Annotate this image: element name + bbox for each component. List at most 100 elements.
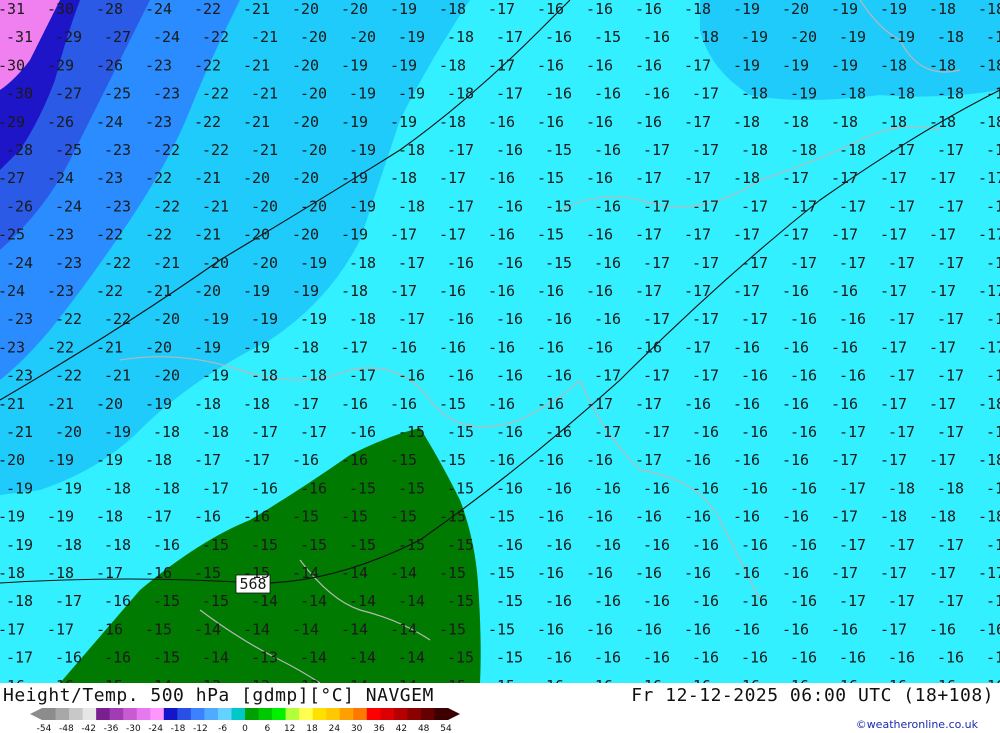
temperature-label: -16 bbox=[733, 508, 760, 526]
temperature-label: -16 bbox=[537, 564, 564, 582]
temperature-label: -16 bbox=[643, 28, 670, 46]
temperature-label: -16 bbox=[643, 536, 670, 554]
temperature-label: -16 bbox=[594, 479, 621, 497]
temperature-label: -17 bbox=[839, 536, 866, 554]
temperature-label: -16 bbox=[839, 310, 866, 328]
temperature-label: -17 bbox=[741, 310, 768, 328]
temperature-label: -16 bbox=[586, 56, 613, 74]
legend-swatch bbox=[420, 708, 435, 720]
temperature-label: -15 bbox=[153, 592, 180, 610]
temperature-label: -16 bbox=[488, 338, 515, 356]
temperature-label: -14 bbox=[390, 564, 417, 582]
temperature-label: -17 bbox=[831, 564, 858, 582]
temperature-label: -17 bbox=[594, 367, 621, 385]
temperature-label: -22 bbox=[96, 226, 123, 244]
temperature-label: -20 bbox=[300, 141, 327, 159]
temperature-label: -15 bbox=[447, 479, 474, 497]
temperature-label: -16 bbox=[782, 508, 809, 526]
temperature-label: -18 bbox=[153, 479, 180, 497]
temperature-label: -15 bbox=[439, 620, 466, 638]
legend-tick-label: -24 bbox=[148, 724, 163, 733]
temperature-label: -20 bbox=[341, 0, 368, 18]
legend-tick-label: 48 bbox=[418, 724, 430, 733]
temperature-label: -19 bbox=[733, 0, 760, 18]
temperature-label: -20 bbox=[349, 28, 376, 46]
temperature-label: -17 bbox=[47, 620, 74, 638]
temperature-label: -17 bbox=[643, 141, 670, 159]
temperature-label: -18 bbox=[986, 85, 1000, 103]
temperature-label: -18 bbox=[839, 141, 866, 159]
temperature-label: -18 bbox=[292, 338, 319, 356]
legend-tick-label: 36 bbox=[373, 724, 385, 733]
temperature-label: -16 bbox=[741, 592, 768, 610]
temperature-label: -18 bbox=[978, 508, 1000, 526]
temperature-label: -16 bbox=[643, 649, 670, 667]
temperature-label: -18 bbox=[782, 113, 809, 131]
temperature-label: -15 bbox=[398, 536, 425, 554]
temperature-label: -18 bbox=[194, 395, 221, 413]
temperature-label: -21 bbox=[0, 395, 25, 413]
temperature-label: -18 bbox=[937, 28, 964, 46]
temperature-label: -17 bbox=[439, 226, 466, 244]
temperature-label: -16 bbox=[545, 479, 572, 497]
temperature-label: -18 bbox=[6, 592, 33, 610]
temperature-label: -16 bbox=[341, 451, 368, 469]
legend-swatch bbox=[190, 708, 205, 720]
temperature-label: -16 bbox=[684, 564, 711, 582]
temperature-label: -19 bbox=[251, 310, 278, 328]
temperature-label: -27 bbox=[104, 28, 131, 46]
temperature-label: -17 bbox=[978, 226, 1000, 244]
site-credit[interactable]: ©weatheronline.co.uk bbox=[856, 718, 978, 731]
temperature-label: -16 bbox=[782, 451, 809, 469]
temperature-label: -16 bbox=[447, 254, 474, 272]
temperature-label: -18 bbox=[888, 85, 915, 103]
temperature-label: -17 bbox=[880, 169, 907, 187]
temperature-label: -18 bbox=[0, 564, 25, 582]
temperature-label: -17 bbox=[880, 282, 907, 300]
legend-swatch bbox=[326, 708, 341, 720]
temperature-label: -15 bbox=[537, 226, 564, 244]
temperature-label: -18 bbox=[888, 479, 915, 497]
temperature-label: -19 bbox=[880, 0, 907, 18]
temperature-label: -16 bbox=[692, 649, 719, 667]
temperature-label: -16 bbox=[635, 113, 662, 131]
temperature-label: -17 bbox=[6, 649, 33, 667]
temperature-label: -15 bbox=[537, 169, 564, 187]
temperature-label: -19 bbox=[839, 28, 866, 46]
temperature-label: -16 bbox=[545, 649, 572, 667]
temperature-label: -17 bbox=[684, 169, 711, 187]
temperature-label: -16 bbox=[643, 85, 670, 103]
temperature-label: -21 bbox=[251, 85, 278, 103]
temperature-label: -17 bbox=[692, 367, 719, 385]
temperature-label: -16 bbox=[194, 508, 221, 526]
temperature-label: -19 bbox=[831, 56, 858, 74]
temperature-label: -29 bbox=[47, 56, 74, 74]
temperature-label: -14 bbox=[202, 649, 229, 667]
temperature-label: -15 bbox=[447, 592, 474, 610]
temperature-label: -19 bbox=[6, 479, 33, 497]
legend-swatch bbox=[272, 708, 287, 720]
temperature-label: -17 bbox=[839, 423, 866, 441]
temperature-label: -17 bbox=[929, 564, 956, 582]
temperature-label: -15 bbox=[398, 423, 425, 441]
temperature-label: -17 bbox=[398, 254, 425, 272]
temperature-label: -19 bbox=[243, 282, 270, 300]
map-title: Height/Temp. 500 hPa [gdmp][°C] NAVGEM bbox=[3, 685, 434, 706]
legend-swatch bbox=[231, 708, 246, 720]
temperature-label: -19 bbox=[398, 85, 425, 103]
temperature-label: -15 bbox=[243, 564, 270, 582]
temperature-label: -16 bbox=[733, 395, 760, 413]
temperature-label: -16 bbox=[586, 282, 613, 300]
temperature-label: -18 bbox=[978, 56, 1000, 74]
temperature-label: -18 bbox=[96, 508, 123, 526]
temperature-label: -16 bbox=[692, 479, 719, 497]
legend-tick-label: 18 bbox=[306, 724, 318, 733]
temperature-label: -17 bbox=[292, 395, 319, 413]
temperature-label: -16 bbox=[537, 113, 564, 131]
temperature-label: -20 bbox=[782, 0, 809, 18]
temperature-label: -13 bbox=[251, 649, 278, 667]
temperature-label: -16 bbox=[594, 649, 621, 667]
temperature-label: -17 bbox=[888, 310, 915, 328]
temperature-label: -23 bbox=[104, 141, 131, 159]
legend-swatch bbox=[407, 708, 422, 720]
